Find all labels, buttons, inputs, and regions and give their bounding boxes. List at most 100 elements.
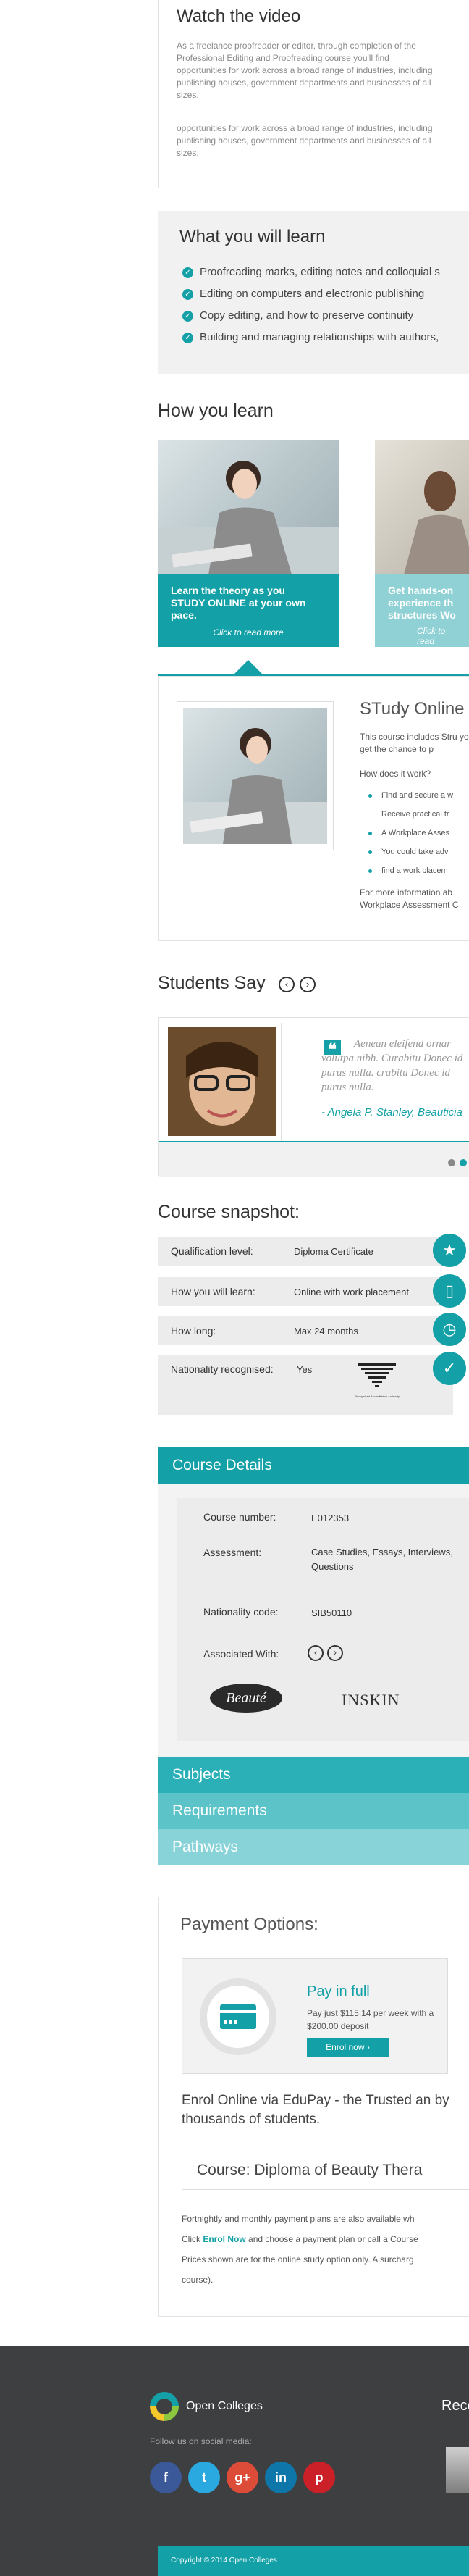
study-online-bullet: A Workplace Asses [368,829,453,848]
students-title: Students Say [158,973,266,993]
pathways-header[interactable]: Pathways [158,1829,469,1865]
testimonial-author: - Angela P. Stanley, Beauticia [321,1106,462,1118]
accreditation-logo: Recognised Accreditation Authority [352,1362,402,1408]
footer-brand[interactable]: Open Colleges [186,2400,263,2413]
snapshot-value: Online with work placement [294,1287,409,1297]
student-photo-art [158,461,339,574]
footer-recent-title: Rece [441,2398,469,2414]
study-online-question: How does it work? [360,769,431,779]
footer-follow-text: Follow us on social media: [150,2436,252,2446]
associated-row: Associated With: ‹ › Beauté INSKIN [177,1633,469,1741]
course-number-row: Course number: E012353 [177,1498,469,1539]
testimonial-photo-frame [164,1023,282,1141]
snapshot-label: How long: [171,1325,216,1337]
payment-panel: Payment Options: Pay in full Pay just $1… [158,1897,469,2317]
twitter-icon[interactable]: t [188,2462,220,2493]
video-paragraph-1: As a freelance proofreader or editor, th… [177,41,433,100]
study-online-bullet: You could take adv [368,848,453,866]
students-next-button[interactable]: › [300,977,316,992]
study-online-bullet: Find and secure a w [368,791,453,810]
assessment-label: Assessment: [203,1547,262,1558]
footer-recent-thumb[interactable] [446,2447,469,2493]
facebook-icon[interactable]: f [150,2462,182,2493]
snapshot-label: How you will learn: [171,1286,255,1297]
social-links: f t g+ in p [150,2462,342,2493]
workplace-card-caption: Get hands-on experience th structures Wo… [375,574,469,647]
pay-card-title: Pay in full [307,1983,370,1999]
payment-note-1: Fortnightly and monthly payment plans ar… [182,2214,415,2224]
snapshot-value: Diploma Certificate [294,1246,373,1257]
national-code-label: Nationality code: [203,1606,279,1618]
study-online-photo [183,708,327,844]
associated-label: Associated With: [203,1648,279,1660]
course-number-value: E012353 [311,1513,350,1523]
course-label-box: Course: Diploma of Beauty Thera [182,2151,469,2190]
testimonial-bottom [159,1142,469,1177]
video-paragraph-2: opportunities for work across a broad ra… [177,123,433,158]
course-label: Course: Diploma of Beauty Thera [197,2162,423,2178]
copyright-text: Copyright © 2014 Open Colleges [171,2556,277,2564]
study-online-panel: STudy Online This course includes Stru y… [158,676,469,941]
pay-card-icon-ring [200,1978,276,2055]
learn-card-workplace[interactable]: Get hands-on experience th structures Wo… [375,440,469,647]
inskin-logo: INSKIN [342,1691,400,1709]
snapshot-label: Qualification level: [171,1245,253,1257]
learn-card-title: Learn the theory as you STUDY ONLINE at … [171,585,306,621]
accreditation-logo-mark [358,1363,396,1387]
associated-next-button[interactable]: › [327,1645,343,1661]
learn-item: ✓ Building and managing relationships wit… [182,327,440,348]
payment-note-2: Click Enrol Now and choose a payment pla… [182,2234,418,2244]
learn-card-link[interactable]: Click to read more [171,627,326,637]
assessment-row: Assessment: Case Studies, Essays, Interv… [177,1538,469,1593]
study-online-bullets: Find and secure a w Receive practical tr… [368,791,453,885]
learn-panel: What you will learn ✓ Proofreading marks,… [158,211,469,374]
workplace-photo-art [404,471,469,574]
edupay-text: Enrol Online via EduPay - the Trusted an… [182,2093,449,2127]
learn-card-online[interactable]: Learn the theory as you STUDY ONLINE at … [158,440,339,647]
check-icon: ✓ [182,267,193,278]
testimonial-panel: ❝ Aenean eleifend ornar volutpa nibh. Cu… [158,1017,469,1177]
learn-list: ✓ Proofreading marks, editing notes and c… [182,262,440,348]
testimonial-dot-2[interactable] [460,1159,467,1166]
snapshot-value: Yes [297,1364,313,1375]
enrol-now-button[interactable]: Enrol now › [307,2038,389,2057]
google-plus-icon[interactable]: g+ [227,2462,258,2493]
study-online-footer: For more information ab Workplace Assess… [360,887,459,910]
stopwatch-icon: ◷ [433,1313,466,1346]
enrol-now-link[interactable]: Enrol Now [203,2234,245,2244]
learn-item: ✓ Copy editing, and how to preserve conti… [182,305,440,327]
footer: Open Colleges Follow us on social media:… [0,2346,469,2576]
national-code-row: Nationality code: SIB50110 [177,1593,469,1634]
credit-card-icon [220,2004,256,2029]
study-online-photo-frame [177,701,334,850]
linkedin-icon[interactable]: in [265,2462,297,2493]
subjects-header[interactable]: Subjects [158,1757,469,1793]
detail-pointer [234,660,263,674]
payment-note-3: Prices shown are for the online study op… [182,2254,414,2265]
pinterest-icon[interactable]: p [303,2462,335,2493]
pay-card-text: Pay just $115.14 per week with a $200.00… [307,2008,434,2031]
testimonial-dot-1[interactable] [448,1159,455,1166]
video-panel: Watch the video As a freelance proofread… [158,0,469,188]
testimonial-avatar [168,1027,276,1136]
study-online-bullet: Receive practical tr [368,810,453,829]
check-icon: ✓ [182,288,193,300]
workplace-card-link[interactable]: Click to read [388,626,463,646]
snapshot-row: How long: Max 24 months [158,1316,455,1345]
mobile-device-icon: ▯ [433,1274,466,1308]
associated-prev-button[interactable]: ‹ [308,1645,324,1661]
student-photo [158,440,339,574]
study-online-intro: This course includes Stru you'll get the… [360,732,469,754]
students-prev-button[interactable]: ‹ [279,977,295,992]
snapshot-row: Qualification level: Diploma Certificate [158,1237,455,1266]
course-details-header[interactable]: Course Details [158,1447,469,1484]
learn-card-caption: Learn the theory as you STUDY ONLINE at … [158,574,339,647]
snapshot-title: Course snapshot: [158,1202,300,1222]
payment-note-4: course). [182,2275,214,2285]
requirements-header[interactable]: Requirements [158,1793,469,1829]
learn-item: ✓ Proofreading marks, editing notes and c… [182,262,440,283]
open-colleges-logo-icon [150,2392,179,2421]
workplace-photo [375,440,469,574]
snapshot-value: Max 24 months [294,1326,358,1337]
study-online-bullet: find a work placem [368,866,453,885]
